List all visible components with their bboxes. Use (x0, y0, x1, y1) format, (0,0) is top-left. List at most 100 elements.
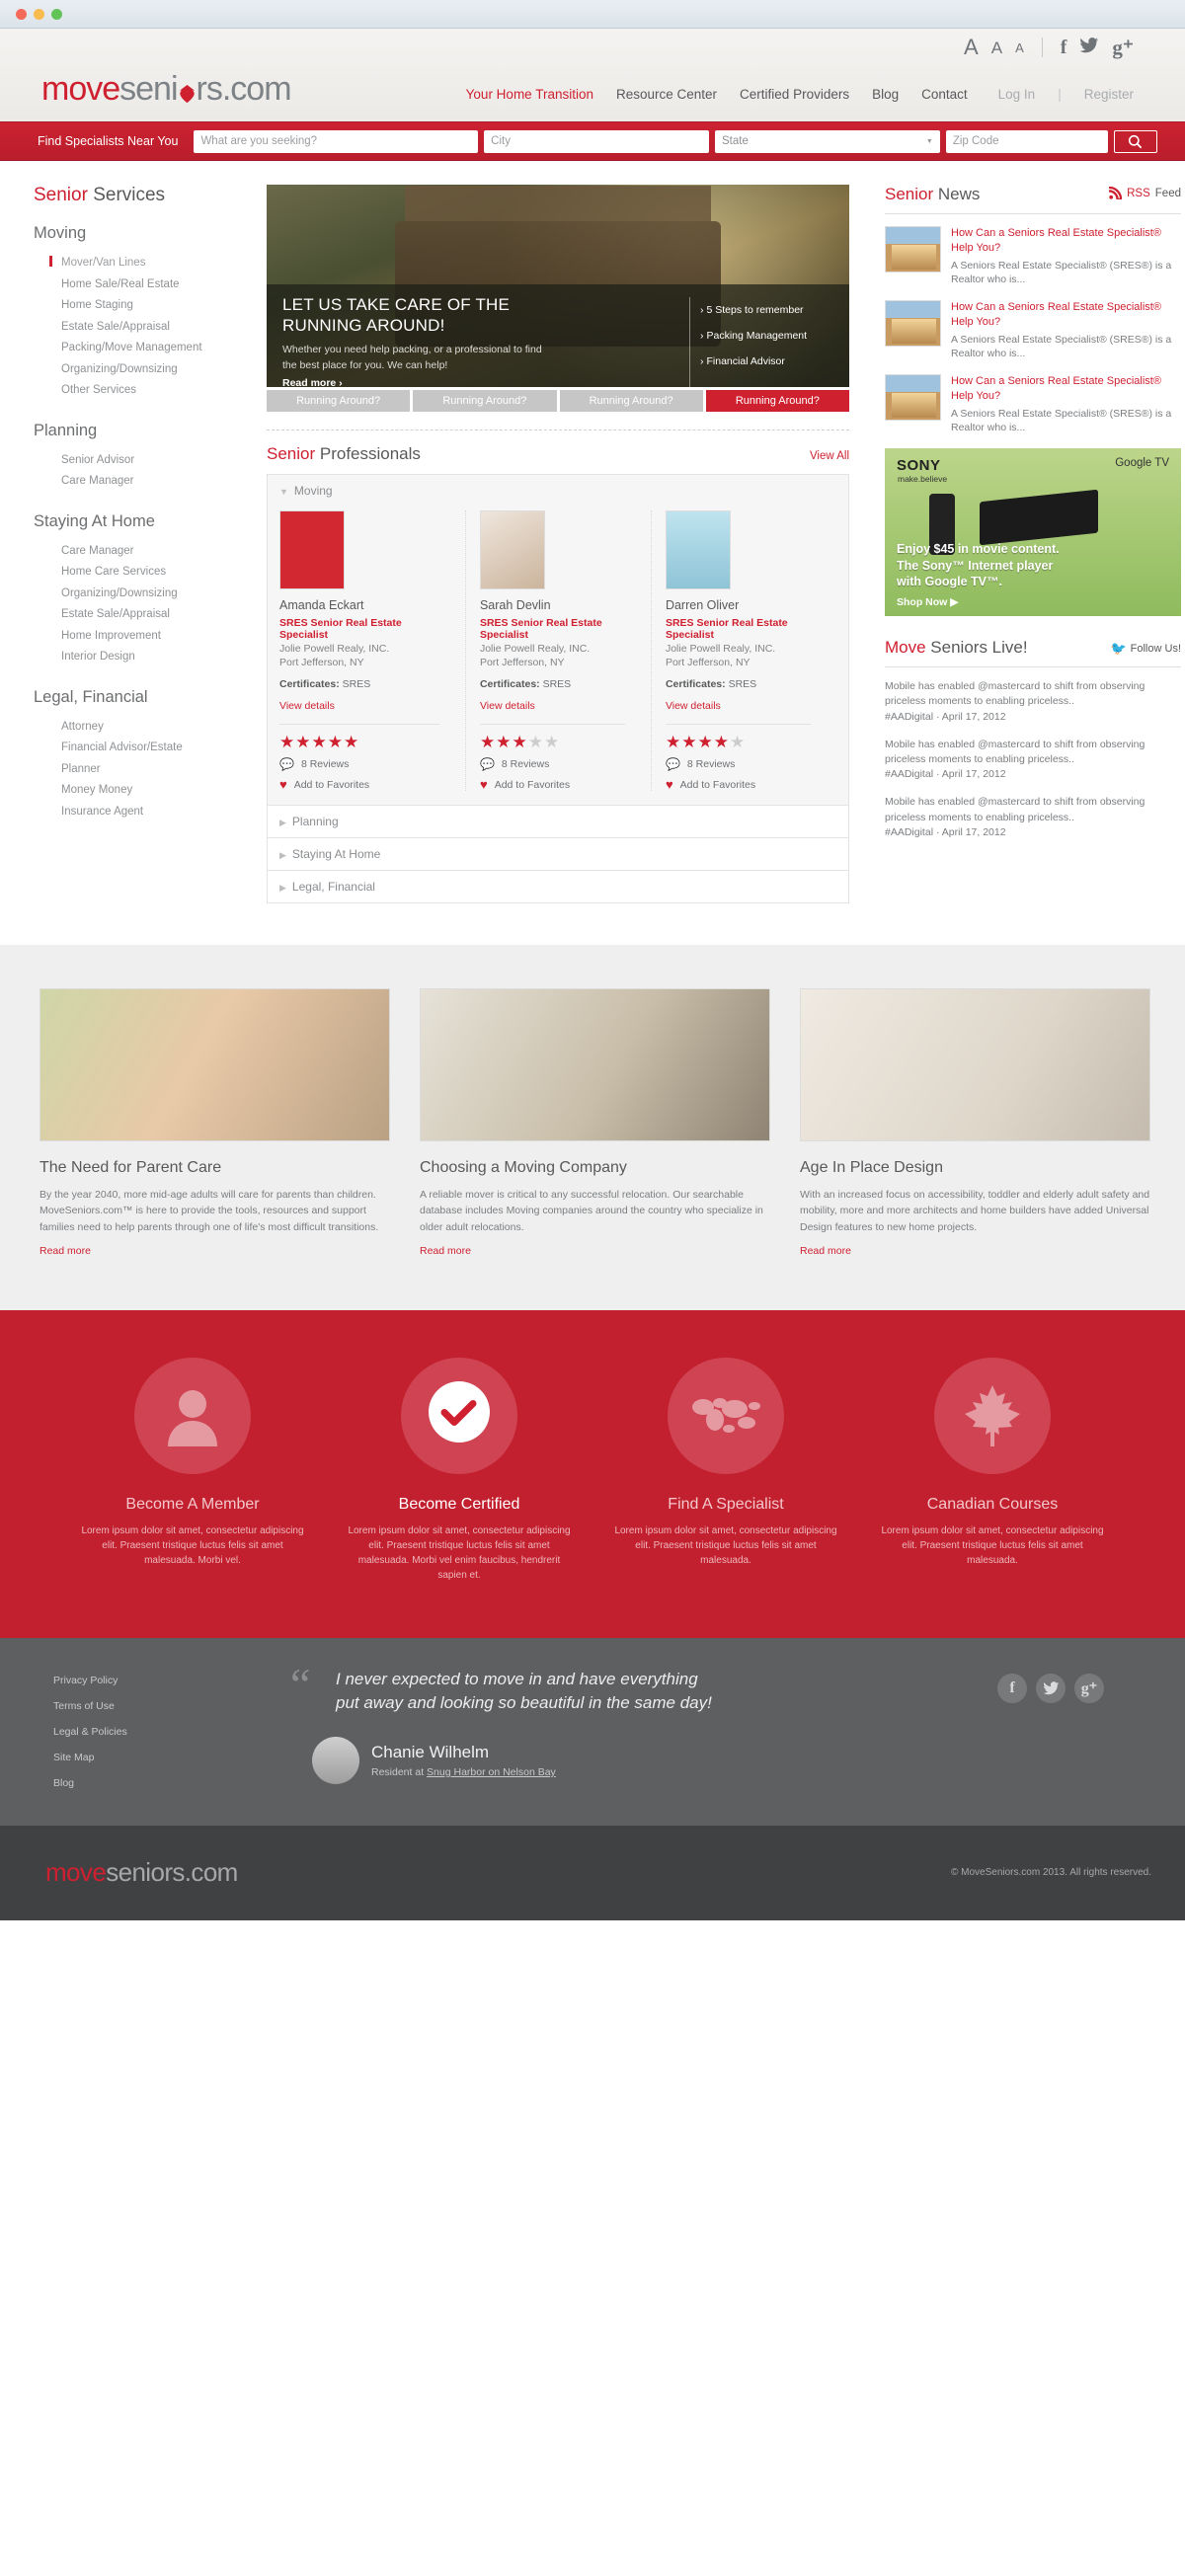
news-title-link[interactable]: How Can a Seniors Real Estate Specialist… (951, 226, 1181, 256)
view-details-link[interactable]: View details (666, 700, 721, 712)
hero-tab-3[interactable]: Running Around? (559, 390, 703, 412)
sidebar-item-home-care-services[interactable]: Home Care Services (47, 562, 261, 584)
nav-your-home-transition[interactable]: Your Home Transition (466, 87, 593, 102)
sidebar-item-financial-advisor-estate[interactable]: Financial Advisor/Estate (47, 738, 261, 759)
search-keyword-input[interactable] (194, 129, 479, 153)
testimonial-role-link[interactable]: Snug Harbor on Nelson Bay (427, 1766, 556, 1778)
hero-link-packing-management[interactable]: › Packing Management (700, 323, 833, 349)
feature-become-certified[interactable]: Become Certified Lorem ipsum dolor sit a… (326, 1357, 592, 1583)
sidebar-item-money-money[interactable]: Money Money (47, 780, 261, 802)
window-zoom-button[interactable] (51, 8, 62, 20)
footer-link-privacy-policy[interactable]: Privacy Policy (53, 1668, 267, 1693)
sidebar-item-packing-move-management[interactable]: Packing/Move Management (47, 338, 261, 359)
nav-register[interactable]: Register (1084, 87, 1134, 102)
advertisement-banner[interactable]: SONY make.believe Google TV Enjoy $45 in… (885, 448, 1181, 617)
professionals-view-all-link[interactable]: View All (810, 450, 849, 462)
sidebar-item-planner[interactable]: Planner (47, 759, 261, 781)
live-header: Move Seniors Live! 🐦 Follow Us! (885, 638, 1181, 658)
sidebar-group-moving[interactable]: Moving (34, 224, 261, 243)
sidebar-item-home-staging[interactable]: Home Staging (47, 295, 261, 317)
font-size-large-button[interactable]: A (964, 37, 979, 58)
sidebar-item-care-manager-2[interactable]: Care Manager (47, 541, 261, 563)
sidebar-item-care-manager[interactable]: Care Manager (47, 471, 261, 493)
article-read-more-link[interactable]: Read more (800, 1245, 851, 1257)
sidebar-item-other-services[interactable]: Other Services (47, 380, 261, 402)
site-logo[interactable]: moveseni rs.com (41, 72, 292, 106)
tweet-meta: #AADigital · April 17, 2012 (885, 825, 1006, 838)
testimonial-role-prefix: Resident at (371, 1766, 428, 1779)
hero-link-5-steps[interactable]: › 5 Steps to remember (700, 297, 833, 323)
sidebar-item-mover-van-lines[interactable]: Mover/Van Lines (47, 253, 261, 274)
sidebar-group-legal-financial[interactable]: Legal, Financial (34, 688, 261, 707)
hero-tab-2[interactable]: Running Around? (413, 390, 557, 412)
hero-link-financial-advisor[interactable]: › Financial Advisor (700, 349, 833, 374)
sidebar-item-organizing-downsizing[interactable]: Organizing/Downsizing (47, 359, 261, 381)
reviews-row[interactable]: 💬 8 Reviews (480, 758, 637, 770)
rss-feed-link[interactable]: RSS Feed (1109, 187, 1181, 199)
view-details-link[interactable]: View details (279, 700, 335, 712)
sidebar-item-home-sale-real-estate[interactable]: Home Sale/Real Estate (47, 274, 261, 296)
hero-tab-4[interactable]: Running Around? (705, 390, 849, 412)
nav-certified-providers[interactable]: Certified Providers (740, 87, 849, 102)
twitter-icon[interactable] (1036, 1673, 1066, 1703)
feature-become-a-member[interactable]: Become A Member Lorem ipsum dolor sit am… (59, 1357, 326, 1583)
view-details-link[interactable]: View details (480, 700, 535, 712)
sidebar-group-planning[interactable]: Planning (34, 422, 261, 440)
sidebar-item-interior-design[interactable]: Interior Design (47, 647, 261, 668)
follow-us-link[interactable]: 🐦 Follow Us! (1110, 641, 1181, 657)
font-size-medium-button[interactable]: A (991, 39, 1002, 56)
footer-logo[interactable]: moveseniors.com (45, 1857, 238, 1888)
footer-link-blog[interactable]: Blog (53, 1770, 267, 1796)
article-read-more-link[interactable]: Read more (420, 1245, 471, 1257)
news-item[interactable]: How Can a Seniors Real Estate Specialist… (885, 374, 1181, 434)
search-zip-input[interactable] (945, 129, 1108, 153)
footer-link-terms-of-use[interactable]: Terms of Use (53, 1693, 267, 1719)
accordion-header-legal-financial[interactable]: ▶ Legal, Financial (268, 871, 848, 903)
accordion-header-moving[interactable]: ▼ Moving (268, 475, 848, 507)
google-plus-icon[interactable]: g⁺ (1074, 1673, 1104, 1703)
news-title-link[interactable]: How Can a Seniors Real Estate Specialist… (951, 300, 1181, 330)
feature-find-a-specialist[interactable]: Find A Specialist Lorem ipsum dolor sit … (592, 1357, 859, 1583)
sidebar-item-estate-sale-appraisal[interactable]: Estate Sale/Appraisal (47, 317, 261, 339)
sidebar-item-organizing-downsizing-2[interactable]: Organizing/Downsizing (47, 584, 261, 605)
sidebar-item-home-improvement[interactable]: Home Improvement (47, 626, 261, 648)
sidebar-item-attorney[interactable]: Attorney (47, 717, 261, 739)
reviews-row[interactable]: 💬 8 Reviews (666, 758, 823, 770)
news-item[interactable]: How Can a Seniors Real Estate Specialist… (885, 300, 1181, 360)
google-plus-icon[interactable]: g⁺ (1112, 37, 1134, 58)
search-city-input[interactable] (484, 129, 709, 153)
article-read-more-link[interactable]: Read more (40, 1245, 91, 1257)
favorites-row[interactable]: ♥ Add to Favorites (279, 778, 451, 791)
nav-blog[interactable]: Blog (872, 87, 899, 102)
hero-tab-1[interactable]: Running Around? (267, 390, 411, 412)
facebook-icon[interactable]: f (1061, 38, 1067, 57)
feature-canadian-courses[interactable]: Canadian Courses Lorem ipsum dolor sit a… (859, 1357, 1126, 1583)
accordion-header-planning[interactable]: ▶ Planning (268, 806, 848, 838)
search-state-select[interactable]: State ▼ (714, 129, 940, 153)
sidebar-item-estate-sale-appraisal-2[interactable]: Estate Sale/Appraisal (47, 604, 261, 626)
nav-contact[interactable]: Contact (921, 87, 968, 102)
sidebar-item-insurance-agent[interactable]: Insurance Agent (47, 802, 261, 823)
sidebar-item-senior-advisor[interactable]: Senior Advisor (47, 450, 261, 472)
footer-link-site-map[interactable]: Site Map (53, 1745, 267, 1770)
favorites-row[interactable]: ♥ Add to Favorites (480, 778, 637, 791)
ad-headline-line2: The Sony™ Internet player (897, 558, 1054, 573)
news-item[interactable]: How Can a Seniors Real Estate Specialist… (885, 226, 1181, 286)
window-close-button[interactable] (16, 8, 27, 20)
favorites-row[interactable]: ♥ Add to Favorites (666, 778, 823, 791)
nav-log-in[interactable]: Log In (998, 87, 1036, 102)
nav-resource-center[interactable]: Resource Center (616, 87, 717, 102)
hero-read-more-link[interactable]: Read more › (282, 377, 343, 387)
footer-link-legal-policies[interactable]: Legal & Policies (53, 1719, 267, 1745)
news-title-link[interactable]: How Can a Seniors Real Estate Specialist… (951, 374, 1181, 404)
twitter-icon[interactable] (1079, 38, 1099, 57)
sidebar-group-staying-at-home[interactable]: Staying At Home (34, 512, 261, 531)
accordion-header-staying-at-home[interactable]: ▶ Staying At Home (268, 838, 848, 871)
article-title: Age In Place Design (800, 1159, 943, 1176)
ad-cta-button[interactable]: Shop Now ▶ (897, 596, 958, 608)
search-submit-button[interactable] (1113, 129, 1158, 153)
reviews-row[interactable]: 💬 8 Reviews (279, 758, 451, 770)
font-size-small-button[interactable]: A (1015, 41, 1024, 54)
facebook-icon[interactable]: f (997, 1673, 1027, 1703)
window-minimize-button[interactable] (34, 8, 44, 20)
